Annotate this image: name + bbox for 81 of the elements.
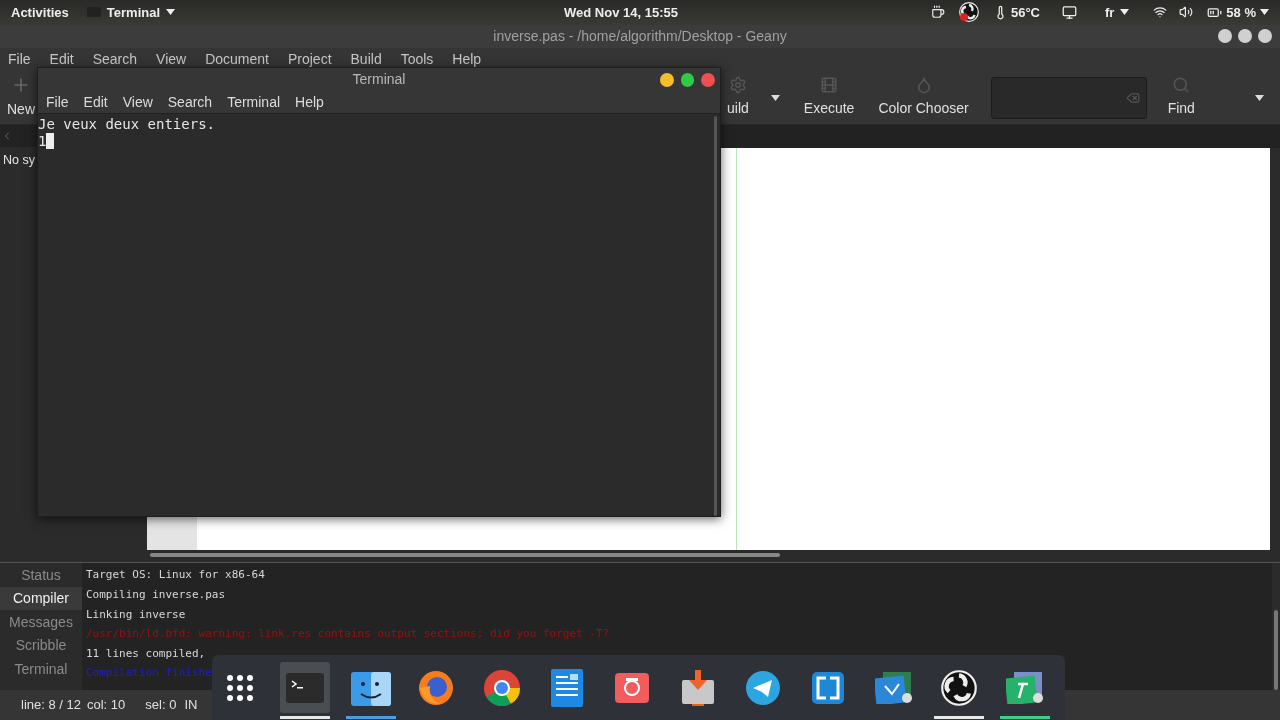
text-cursor [46,133,55,149]
menu-item[interactable]: Project [287,50,332,67]
sidebar-text: No sy [3,151,36,169]
battery-menu[interactable]: 58 % [1207,2,1269,23]
hammer-icon [1005,671,1044,704]
status-text: line: 8 / 12 [21,696,81,715]
menu-item[interactable]: Edit [49,50,74,67]
toolbar-overflow-dropdown[interactable] [1254,94,1264,101]
message-tab[interactable]: Messages [0,610,82,634]
build-dropdown[interactable] [770,94,780,101]
message-tab[interactable]: Status [0,563,82,587]
caret-icon [770,94,780,101]
cup-icon[interactable] [930,5,945,20]
menu-item[interactable]: Help [295,91,324,113]
wifi-icon[interactable] [1153,5,1168,20]
message-tab[interactable]: Compiler [0,586,82,611]
menu-item[interactable]: Build [350,50,382,67]
clock[interactable]: Wed Nov 14, 15:55 [564,2,678,23]
find-button[interactable]: Find [1167,76,1195,120]
smiling-face-folder-icon [350,669,391,706]
status-text: col: 10 [87,696,126,715]
browser-fox-icon [418,669,455,706]
toolbar-button[interactable]: Execute [803,76,855,120]
film-icon [820,76,839,95]
terminal-line: 1 [38,133,47,150]
app-grid-icon [225,673,254,702]
caret-icon [1260,9,1269,16]
new-button[interactable]: New [7,75,35,121]
window-title: inverse.pas - /home/algorithm/Desktop - Geany [492,26,788,46]
search-icon [1172,76,1191,95]
close-button[interactable] [701,72,715,87]
toolbar-button[interactable]: Color Chooser [878,76,969,120]
temperature-indicator[interactable]: 56°C [992,2,1040,23]
status-text: sel: 0 [145,696,177,715]
menu-item[interactable]: File [46,91,69,113]
menu-item[interactable]: File [8,50,31,67]
output-line: Linking inverse [86,606,187,623]
minimize-button[interactable] [660,72,674,87]
window-control-button[interactable] [1218,29,1232,44]
menu-item[interactable]: Tools [400,50,434,67]
document-icon [550,668,583,707]
menu-item[interactable]: Search [167,91,213,113]
obs-icon [941,669,978,706]
paper-plane-icon [745,669,782,706]
output-line: Compiling inverse.pas [86,587,227,604]
output-line: Compilation finishe [86,665,213,682]
code-editor-icon [874,671,913,704]
maximize-button[interactable] [680,72,695,87]
volume-icon[interactable] [1179,5,1194,20]
message-tab[interactable]: Scribble [0,633,82,658]
gear-icon [728,76,747,95]
search-field[interactable] [990,76,1147,119]
bracket-square-icon [812,671,845,704]
menu-item[interactable]: Terminal [227,91,281,113]
caret-icon [1120,9,1130,16]
terminal-icon [286,672,325,703]
output-line: /usr/bin/ld.bfd: warning: link.res contains output sections; did you forget -T? [86,626,611,643]
app-menu[interactable]: Terminal [86,2,176,23]
window-control-button[interactable] [1258,29,1272,44]
caret-icon [166,9,176,16]
output-line: Target OS: Linux for x86-64 [86,567,266,584]
menu-item[interactable]: View [156,50,187,67]
display-icon[interactable] [1061,4,1077,20]
menu-item[interactable]: Search [92,50,138,67]
output-line: 11 lines compiled, [86,645,207,662]
browser-wheel-icon [482,668,521,707]
terminal-title: Terminal [351,70,407,90]
download-box-icon [681,669,714,706]
caret-icon [1254,94,1264,101]
status-text: IN [184,696,198,715]
menu-item[interactable]: Edit [83,91,108,113]
terminal-line: Je veux deux entiers. [38,116,215,133]
menu-item[interactable]: View [122,91,153,113]
activities-button[interactable]: Activities [11,2,69,23]
window-control-button[interactable] [1238,29,1252,44]
camera-icon [615,672,650,703]
message-tab[interactable]: Terminal [0,657,82,681]
menu-item[interactable]: Document [205,50,269,67]
menu-item[interactable]: Help [452,50,482,67]
toolbar-button[interactable]: uild [727,76,749,120]
keyboard-layout-menu[interactable]: fr [1104,2,1130,23]
